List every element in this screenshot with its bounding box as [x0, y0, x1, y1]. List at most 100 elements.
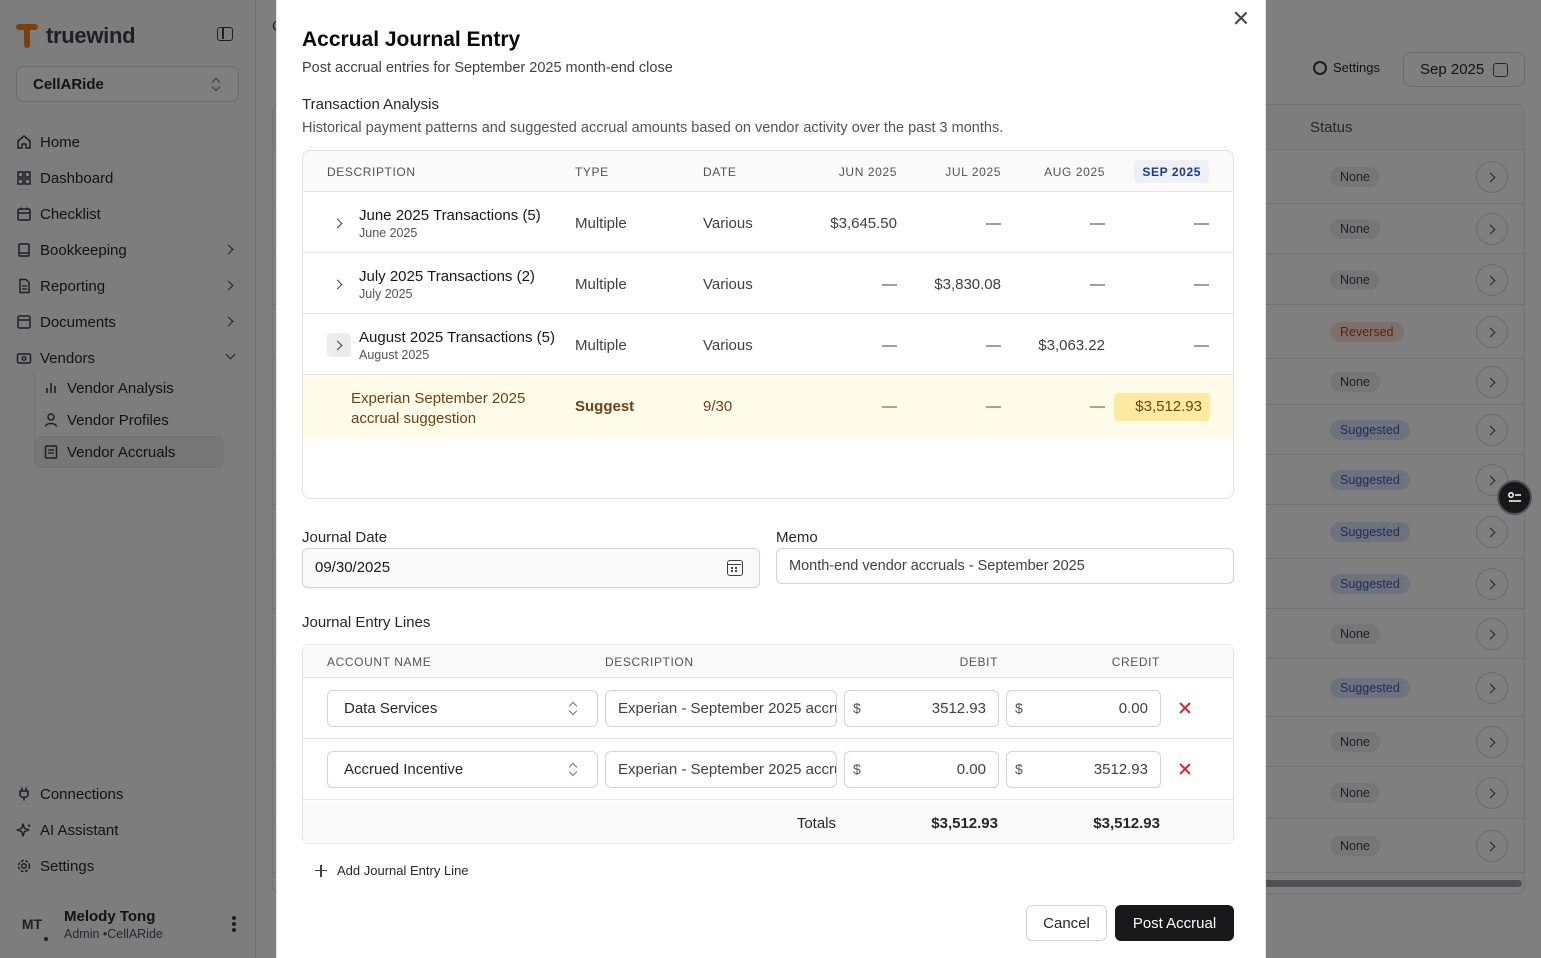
row-title: June 2025 Transactions (5): [359, 207, 541, 224]
debit-value: 0.00: [956, 761, 986, 778]
add-journal-line-label: Add Journal Entry Line: [337, 863, 469, 878]
column-header-jul: JUL 2025: [945, 165, 1001, 179]
accrual-journal-dialog: Accrual Journal Entry Post accrual entri…: [276, 0, 1266, 958]
row-sep: —: [1194, 215, 1209, 232]
row-subtitle: July 2025: [359, 287, 413, 301]
account-select[interactable]: Data Services: [327, 690, 598, 727]
suggestion-type: Suggest: [575, 398, 635, 415]
journal-line-row: Accrued Incentive Experian - September 2…: [303, 739, 1233, 800]
line-description-input[interactable]: Experian - September 2025 accrual: [605, 690, 837, 727]
row-jul: $3,830.08: [934, 276, 1001, 293]
close-icon[interactable]: [1234, 11, 1248, 25]
suggestion-jul: —: [986, 398, 1001, 415]
credit-input[interactable]: $ 0.00: [1006, 690, 1161, 727]
memo-label: Memo: [776, 529, 818, 546]
add-journal-line-button[interactable]: Add Journal Entry Line: [315, 863, 469, 878]
journal-lines-table: ACCOUNT NAME DESCRIPTION DEBIT CREDIT Da…: [302, 644, 1234, 844]
table-header: ACCOUNT NAME DESCRIPTION DEBIT CREDIT: [303, 645, 1233, 678]
row-type: Multiple: [575, 215, 627, 232]
row-date: Various: [703, 215, 753, 232]
account-select[interactable]: Accrued Incentive: [327, 751, 598, 788]
dialog-subtitle: Post accrual entries for September 2025 …: [302, 60, 673, 76]
suggestion-date: 9/30: [703, 398, 733, 415]
journal-date-value: 09/30/2025: [315, 559, 391, 576]
suggestion-description: Experian September 2025 accrual suggesti…: [351, 390, 526, 427]
account-select-value: Accrued Incentive: [344, 761, 464, 778]
currency-symbol: $: [853, 761, 861, 777]
column-header-aug: AUG 2025: [1044, 165, 1105, 179]
row-jul: —: [986, 215, 1001, 232]
total-credit: $3,512.93: [1093, 815, 1160, 832]
chevron-updown-icon: [569, 763, 577, 776]
column-header-description: DESCRIPTION: [605, 655, 694, 669]
row-type: Multiple: [575, 276, 627, 293]
row-subtitle: June 2025: [359, 226, 418, 240]
row-aug: —: [1090, 215, 1105, 232]
journal-line-row: Data Services Experian - September 2025 …: [303, 678, 1233, 739]
totals-label: Totals: [796, 815, 836, 832]
table-header: DESCRIPTION TYPE DATE JUN 2025 JUL 2025 …: [303, 151, 1233, 192]
debit-input[interactable]: $ 3512.93: [844, 690, 999, 727]
dialog-title: Accrual Journal Entry: [302, 28, 521, 51]
row-sep: —: [1194, 337, 1209, 354]
line-description-input[interactable]: Experian - September 2025 accrual: [605, 751, 837, 788]
credit-value: 3512.93: [1093, 761, 1148, 778]
row-date: Various: [703, 337, 753, 354]
row-aug: $3,063.22: [1038, 337, 1105, 354]
table-row: July 2025 Transactions (2) July 2025 Mul…: [303, 253, 1233, 314]
memo-input[interactable]: [776, 548, 1234, 584]
column-header-account: ACCOUNT NAME: [327, 655, 432, 669]
chevron-updown-icon: [569, 702, 577, 715]
column-header-sep-highlight: SEP 2025: [1134, 160, 1209, 183]
list-icon: [1507, 491, 1521, 502]
column-header-jun: JUN 2025: [838, 165, 897, 179]
account-select-value: Data Services: [344, 700, 438, 717]
debit-value: 3512.93: [931, 700, 986, 717]
plus-icon: [315, 864, 327, 877]
currency-symbol: $: [853, 700, 861, 716]
column-header-date: DATE: [703, 165, 737, 179]
row-aug: —: [1090, 276, 1105, 293]
row-title: July 2025 Transactions (2): [359, 268, 535, 285]
table-row: June 2025 Transactions (5) June 2025 Mul…: [303, 192, 1233, 253]
credit-input[interactable]: $ 3512.93: [1006, 751, 1161, 788]
totals-row: Totals $3,512.93 $3,512.93: [303, 801, 1233, 843]
suggestion-sep-amount: $3,512.93: [1114, 393, 1210, 421]
column-header-credit: CREDIT: [1111, 655, 1160, 669]
row-subtitle: August 2025: [359, 348, 430, 362]
expand-row-button[interactable]: [327, 211, 351, 235]
suggestion-jun: —: [882, 398, 897, 415]
assistant-fab-button[interactable]: [1497, 480, 1532, 515]
analysis-description: Historical payment patterns and suggeste…: [302, 120, 1004, 136]
expand-row-button[interactable]: [327, 272, 351, 296]
delete-line-icon[interactable]: [1179, 763, 1191, 775]
table-row: August 2025 Transactions (5) August 2025…: [303, 314, 1233, 375]
analysis-title: Transaction Analysis: [302, 96, 440, 113]
journal-date-input[interactable]: 09/30/2025: [302, 548, 760, 588]
delete-line-icon[interactable]: [1179, 702, 1191, 714]
journal-lines-title: Journal Entry Lines: [302, 614, 431, 631]
row-sep: —: [1194, 276, 1209, 293]
total-debit: $3,512.93: [931, 815, 998, 832]
row-jun: —: [882, 337, 897, 354]
calendar-icon[interactable]: [727, 560, 743, 576]
post-accrual-button[interactable]: Post Accrual: [1115, 905, 1234, 941]
transaction-analysis-table: DESCRIPTION TYPE DATE JUN 2025 JUL 2025 …: [302, 150, 1234, 499]
suggestion-aug: —: [1090, 398, 1105, 415]
currency-symbol: $: [1015, 700, 1023, 716]
debit-input[interactable]: $ 0.00: [844, 751, 999, 788]
suggestion-row: Experian September 2025 accrual suggesti…: [303, 375, 1233, 439]
column-header-sep: SEP 2025: [1142, 165, 1201, 179]
credit-value: 0.00: [1118, 700, 1148, 717]
journal-date-label: Journal Date: [302, 529, 388, 546]
row-jun: —: [882, 276, 897, 293]
row-jun: $3,645.50: [830, 215, 897, 232]
row-jul: —: [986, 337, 1001, 354]
currency-symbol: $: [1015, 761, 1023, 777]
expand-row-button[interactable]: [327, 333, 351, 357]
column-header-description: DESCRIPTION: [327, 165, 416, 179]
row-type: Multiple: [575, 337, 627, 354]
row-date: Various: [703, 276, 753, 293]
cancel-button[interactable]: Cancel: [1026, 905, 1107, 941]
column-header-type: TYPE: [575, 165, 609, 179]
